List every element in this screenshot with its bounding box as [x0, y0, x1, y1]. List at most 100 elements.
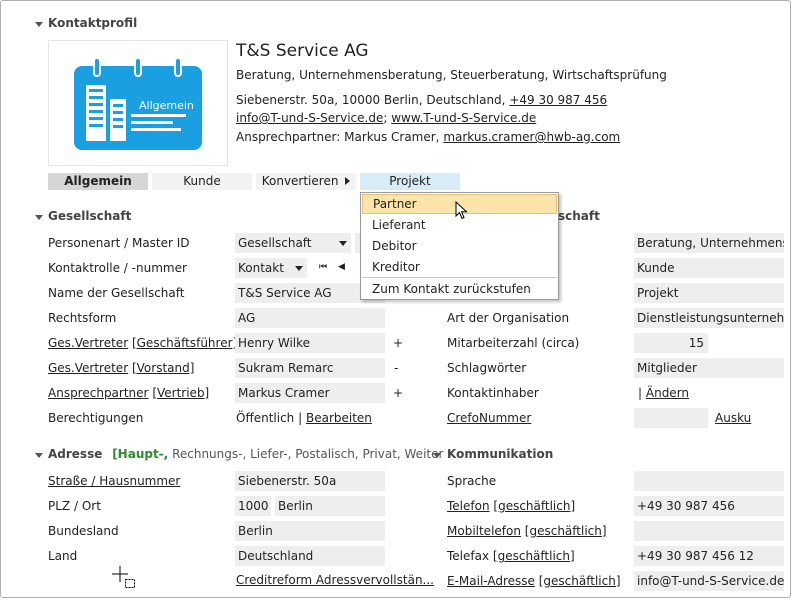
telefax-field[interactable]: +49 30 987 456 12 — [634, 546, 784, 566]
creditreform-link[interactable]: Creditreform Adressvervollstän... — [236, 573, 434, 587]
label-kontaktrolle: Kontaktrolle / -nummer — [48, 261, 187, 275]
label-email: E-Mail-Adresse [geschäftlich] — [447, 574, 621, 588]
mobiltelefon-field[interactable] — [634, 521, 784, 541]
ansprechpartner-field[interactable]: Markus Cramer — [235, 383, 385, 403]
mobiltelefon-link[interactable]: Mobiltelefon — [447, 524, 521, 538]
crefo-nummer-link[interactable]: CrefoNummer — [447, 411, 531, 425]
kontaktinhaber-separator: | — [638, 386, 643, 400]
section-title-kommunikation: Kommunikation — [447, 447, 554, 461]
email-address-link[interactable]: E-Mail-Adresse — [447, 574, 535, 588]
remove-vertreter-button[interactable]: - — [394, 361, 398, 375]
label-sprache: Sprache — [447, 474, 497, 488]
strasse-field[interactable]: Siebenerstr. 50a — [235, 471, 385, 491]
bearbeiten-link[interactable]: Bearbeiten — [306, 411, 372, 425]
label-telefon: Telefon [geschäftlich] — [447, 499, 575, 513]
previous-record-icon[interactable]: ◀ — [338, 262, 345, 272]
label-schlagwoerter: Schlagwörter — [447, 361, 527, 375]
add-vertreter-button[interactable]: + — [393, 336, 403, 350]
section-title-right-partial: schaft — [558, 209, 600, 223]
tab-konvertieren-label: Konvertieren — [261, 174, 339, 188]
status-field[interactable]: Projekt — [634, 283, 784, 303]
ges-vertreter-2-field[interactable]: Sukram Remarc — [235, 358, 385, 378]
mitarbeiterzahl-field[interactable]: 15 — [634, 333, 708, 353]
label-mitarbeiterzahl: Mitarbeiterzahl (circa) — [447, 336, 580, 350]
berechtigungen-value: Öffentlich | Bearbeiten — [236, 411, 372, 425]
first-record-icon[interactable]: ⏮ — [319, 262, 327, 272]
label-berechtigungen: Berechtigungen — [48, 411, 144, 425]
menu-item-kreditor[interactable]: Kreditor — [362, 257, 557, 277]
label-kontaktinhaber: Kontaktinhaber — [447, 386, 539, 400]
collapse-kommunikation-icon[interactable] — [433, 453, 441, 458]
add-ansprechpartner-button[interactable]: + — [393, 386, 403, 400]
aendern-link[interactable]: Ändern — [646, 386, 689, 400]
ort-field[interactable]: Berlin — [275, 496, 385, 516]
telefax-type-link[interactable]: [geschäftlich] — [493, 549, 575, 563]
section-title-gesellschaft: Gesellschaft — [48, 209, 132, 223]
link-vertrieb[interactable]: [Vertrieb] — [152, 386, 209, 400]
email-type-link[interactable]: [geschäftlich] — [539, 574, 621, 588]
crosshair-cursor-icon — [112, 566, 135, 588]
schlagwoerter-field[interactable]: Mitglieder — [634, 358, 784, 378]
tab-kunde[interactable]: Kunde — [152, 173, 252, 190]
land-field[interactable]: Deutschland — [235, 546, 385, 566]
branche-field[interactable]: Beratung, Unternehmensb — [634, 233, 784, 253]
tab-projekt[interactable]: Projekt — [360, 173, 460, 190]
label-plz-ort: PLZ / Ort — [48, 499, 101, 513]
crefo-nummer-field[interactable] — [634, 408, 708, 428]
label-telefax: Telefax [geschäftlich] — [447, 549, 575, 563]
label-name-gesellschaft: Name der Gesellschaft — [48, 286, 185, 300]
section-title-kontaktprofil: Kontaktprofil — [48, 16, 138, 30]
contact-email-link[interactable]: markus.cramer@hwb-ag.com — [443, 130, 620, 144]
berechtigungen-text: Öffentlich | — [236, 411, 303, 425]
auskunft-link[interactable]: Ausku — [715, 411, 751, 425]
strasse-link[interactable]: Straße / Hausnummer — [48, 474, 180, 488]
label-art-organisation: Art der Organisation — [447, 311, 570, 325]
rolle-field[interactable]: Kunde — [634, 258, 784, 278]
sprache-field[interactable] — [634, 471, 784, 491]
link-ansprechpartner[interactable]: Ansprechpartner — [48, 386, 148, 400]
menu-separator — [362, 277, 557, 278]
link-ges-vertreter-1[interactable]: Ges.Vertreter — [48, 336, 128, 350]
phone-link[interactable]: +49 30 987 456 — [509, 93, 607, 107]
collapse-adresse-icon[interactable] — [35, 453, 43, 458]
menu-item-zurueckstufen[interactable]: Zum Kontakt zurückstufen — [362, 279, 557, 299]
email-field[interactable]: info@T-und-S-Service.de — [634, 571, 784, 591]
telefon-field[interactable]: +49 30 987 456 — [634, 496, 784, 516]
tab-allgemein[interactable]: Allgemein — [48, 173, 148, 190]
link-vorstand[interactable]: [Vorstand] — [132, 361, 194, 375]
chevron-down-icon — [295, 266, 303, 271]
tab-konvertieren[interactable]: Konvertieren — [256, 173, 356, 190]
rechtsform-field[interactable]: AG — [235, 308, 385, 328]
address-type-others[interactable]: Rechnungs-, Liefer-, Postalisch, Privat,… — [172, 447, 443, 461]
address-type-active[interactable]: [Haupt-, — [112, 447, 168, 461]
personenart-select[interactable]: Gesellschaft — [235, 233, 351, 253]
mouse-pointer-icon — [455, 201, 468, 220]
ges-vertreter-1-field[interactable]: Henry Wilke — [235, 333, 385, 353]
bundesland-field[interactable]: Berlin — [235, 521, 385, 541]
art-organisation-field[interactable]: Dienstleistungsunternehme — [634, 308, 784, 328]
label-ges-vertreter-gf: Ges.Vertreter [Geschäftsführer] — [48, 336, 237, 350]
collapse-gesellschaft-icon[interactable] — [35, 215, 43, 220]
label-bundesland: Bundesland — [48, 524, 119, 538]
plz-field[interactable]: 1000 — [235, 496, 271, 516]
telefon-link[interactable]: Telefon — [447, 499, 490, 513]
link-ges-vertreter-2[interactable]: Ges.Vertreter — [48, 361, 128, 375]
website-link[interactable]: www.T-und-S-Service.de — [391, 111, 536, 125]
email-link[interactable]: info@T-und-S-Service.de — [236, 111, 383, 125]
section-title-adresse: Adresse — [48, 447, 103, 461]
company-web-line: info@T-und-S-Service.de; www.T-und-S-Ser… — [236, 111, 536, 125]
chevron-down-icon — [339, 241, 347, 246]
label-land: Land — [48, 549, 78, 563]
label-ges-vertreter-vorstand: Ges.Vertreter [Vorstand] — [48, 361, 194, 375]
kontaktrolle-select[interactable]: Kontakt — [235, 258, 307, 278]
adresse-header: Adresse [Haupt-, Rechnungs-, Liefer-, Po… — [48, 447, 443, 461]
collapse-kontaktprofil-icon[interactable] — [35, 22, 43, 27]
label-personenart: Personenart / Master ID — [48, 236, 190, 250]
web-separator: ; — [383, 111, 388, 125]
telefon-type-link[interactable]: [geschäftlich] — [493, 499, 575, 513]
label-ansprechpartner: Ansprechpartner [Vertrieb] — [48, 386, 209, 400]
menu-item-debitor[interactable]: Debitor — [362, 236, 557, 256]
company-address-line: Siebenerstr. 50a, 10000 Berlin, Deutschl… — [236, 93, 607, 107]
link-geschaeftsfuehrer[interactable]: [Geschäftsführer] — [132, 336, 237, 350]
mobiltelefon-type-link[interactable]: [geschäftlich] — [525, 524, 607, 538]
